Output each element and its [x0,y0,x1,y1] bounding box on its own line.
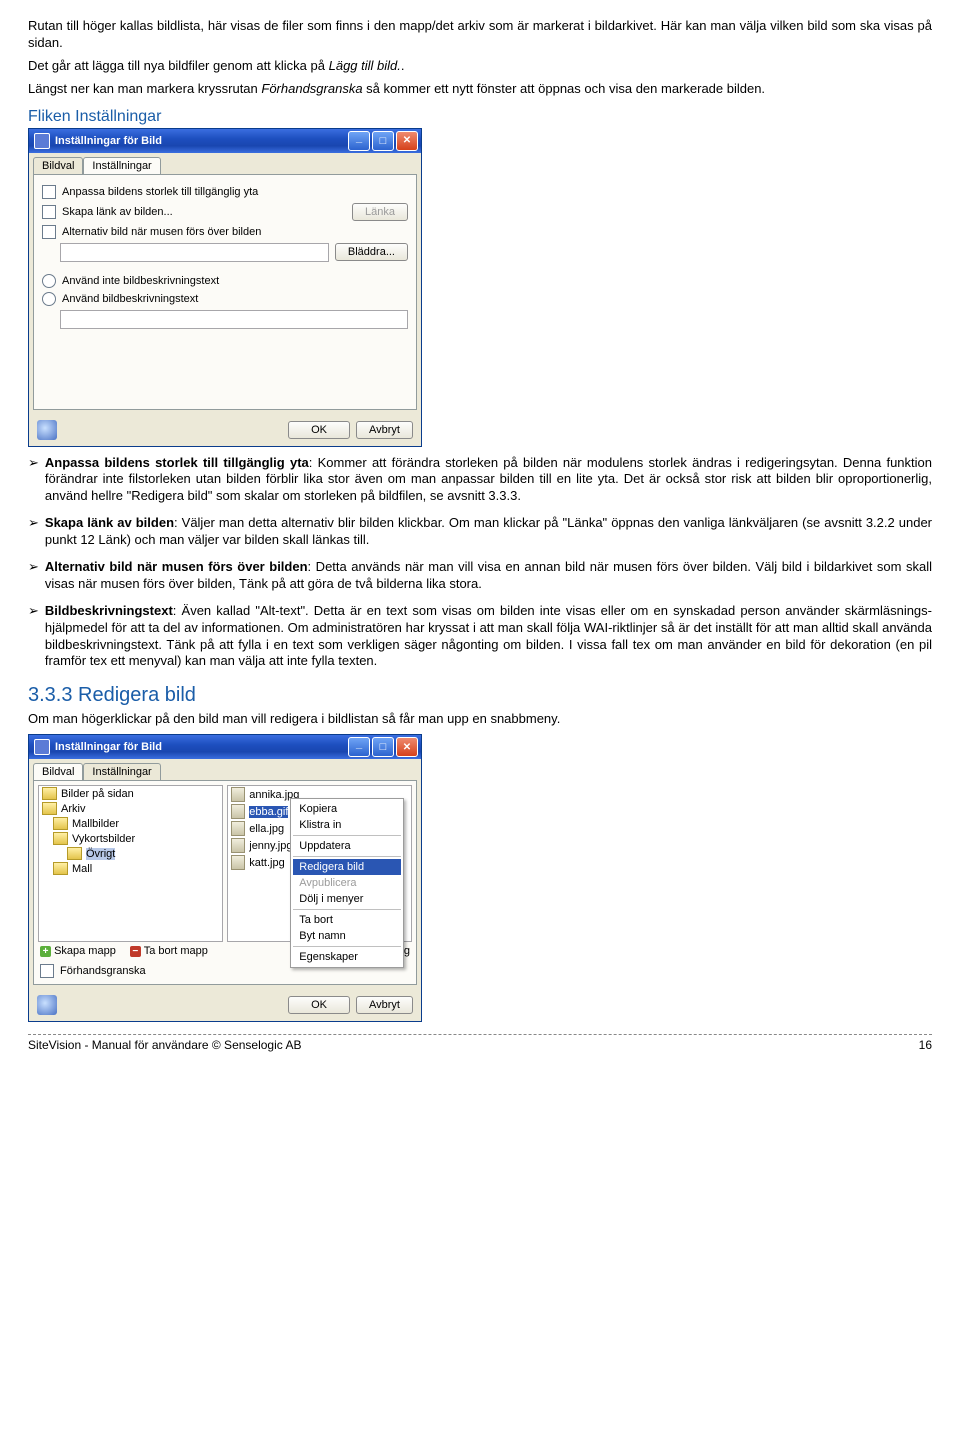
window-title: Inställningar för Bild [55,741,346,753]
ctx-uppdatera[interactable]: Uppdatera [293,838,401,854]
dialog-installningar-bild-2: Inställningar för Bild Bildval Inställni… [28,734,422,1022]
dialog-installningar-bild-1: Inställningar för Bild Bildval Inställni… [28,128,422,447]
tab-installningar[interactable]: Inställningar [83,157,160,174]
file-list[interactable]: annika.jpg ebba.gif ella.jpg jenny.jpg k… [227,785,412,942]
intro-para-2: Det går att lägga till nya bildfiler gen… [28,58,932,75]
label-radio-ingen: Använd inte bildbeskrivningstext [62,275,219,287]
footer-text: SiteVision - Manual för användare © Sens… [28,1038,301,1052]
label-skapa-lank: Skapa länk av bilden... [62,206,346,218]
titlebar[interactable]: Inställningar för Bild [29,129,421,153]
bildval-panel: Bilder på sidan Arkiv Mallbilder Vykorts… [33,780,417,985]
radio-ingen-beskrivning[interactable] [42,274,56,288]
tab-installningar[interactable]: Inställningar [83,763,160,780]
image-file-icon [231,804,245,819]
ctx-kopiera[interactable]: Kopiera [293,801,401,817]
close-icon[interactable] [396,131,418,151]
input-alt-bild-path[interactable] [60,243,329,262]
ctx-sep [293,856,401,857]
button-lanka[interactable]: Länka [352,203,408,221]
minus-icon: − [130,946,141,957]
label-forhandsgranska: Förhandsgranska [60,965,146,977]
folder-icon [67,847,82,860]
close-icon[interactable] [396,737,418,757]
folder-icon [53,817,68,830]
bullet-arrow-icon: ➢ [28,559,45,593]
help-icon[interactable] [37,995,57,1015]
archive-tree[interactable]: Bilder på sidan Arkiv Mallbilder Vykorts… [38,785,223,942]
image-file-icon [231,855,245,870]
bullet-arrow-icon: ➢ [28,455,45,506]
button-ok[interactable]: OK [288,996,350,1014]
bullet-skapa-lank: Skapa länk av bilden: Väljer man detta a… [45,515,932,549]
bullet-arrow-icon: ➢ [28,603,45,671]
para-333: Om man högerklickar på den bild man vill… [28,711,932,728]
ctx-egenskaper[interactable]: Egenskaper [293,949,401,965]
ctx-sep [293,946,401,947]
plus-icon: + [40,946,51,957]
window-title: Inställningar för Bild [55,135,346,147]
folder-icon [53,862,68,875]
image-file-icon [231,787,245,802]
ctx-redigera-bild[interactable]: Redigera bild [293,859,401,875]
titlebar[interactable]: Inställningar för Bild [29,735,421,759]
ctx-byt-namn[interactable]: Byt namn [293,928,401,944]
heading-333-redigera-bild: 3.3.3 Redigera bild [28,684,932,707]
checkbox-anpassa[interactable] [42,185,56,199]
bullet-list: ➢ Anpassa bildens storlek till tillgängl… [28,455,932,671]
folder-icon [42,802,57,815]
radio-anvand-beskrivning[interactable] [42,292,56,306]
image-file-icon [231,821,245,836]
bullet-anpassa: Anpassa bildens storlek till tillgänglig… [45,455,932,506]
tab-bildval[interactable]: Bildval [33,763,83,780]
page-number: 16 [919,1038,932,1052]
intro-para-3: Längst ner kan man markera kryssrutan Fö… [28,81,932,98]
checkbox-forhandsgranska[interactable] [40,964,54,978]
tree-selected-ovrigt[interactable]: Övrigt [86,848,115,860]
ctx-avpublicera[interactable]: Avpublicera [293,875,401,891]
intro-para-1: Rutan till höger kallas bildlista, här v… [28,18,932,52]
button-bladdra[interactable]: Bläddra... [335,243,408,261]
file-selected-ebba[interactable]: ebba.gif [249,806,288,818]
context-menu: Kopiera Klistra in Uppdatera Redigera bi… [290,798,404,968]
heading-fliken-installningar: Fliken Inställningar [28,108,932,126]
checkbox-alternativ-bild[interactable] [42,225,56,239]
checkbox-skapa-lank[interactable] [42,205,56,219]
page-footer: SiteVision - Manual för användare © Sens… [28,1034,932,1052]
minimize-icon[interactable] [348,737,370,757]
app-icon [34,739,50,755]
input-beskrivningstext[interactable] [60,310,408,329]
maximize-icon[interactable] [372,737,394,757]
bullet-arrow-icon: ➢ [28,515,45,549]
maximize-icon[interactable] [372,131,394,151]
label-anpassa: Anpassa bildens storlek till tillgänglig… [62,186,258,198]
image-file-icon [231,838,245,853]
bullet-bildbeskrivning: Bildbeskrivningstext: Även kallad "Alt-t… [45,603,932,671]
button-ok[interactable]: OK [288,421,350,439]
label-radio-anvand: Använd bildbeskrivningstext [62,293,198,305]
folder-icon [42,787,57,800]
help-icon[interactable] [37,420,57,440]
label-alternativ-bild: Alternativ bild när musen förs över bild… [62,226,261,238]
button-avbryt[interactable]: Avbryt [356,421,413,439]
minimize-icon[interactable] [348,131,370,151]
button-avbryt[interactable]: Avbryt [356,996,413,1014]
settings-panel: Anpassa bildens storlek till tillgänglig… [33,174,417,410]
ctx-klistra-in[interactable]: Klistra in [293,817,401,833]
ctx-sep [293,835,401,836]
btn-ta-bort-mapp[interactable]: − Ta bort mapp [130,945,208,957]
ctx-ta-bort[interactable]: Ta bort [293,912,401,928]
app-icon [34,133,50,149]
ctx-dolj-i-menyer[interactable]: Dölj i menyer [293,891,401,907]
bullet-alternativ-bild: Alternativ bild när musen förs över bild… [45,559,932,593]
tab-bildval[interactable]: Bildval [33,157,83,174]
ctx-sep [293,909,401,910]
btn-skapa-mapp[interactable]: + Skapa mapp [40,945,116,957]
folder-icon [53,832,68,845]
